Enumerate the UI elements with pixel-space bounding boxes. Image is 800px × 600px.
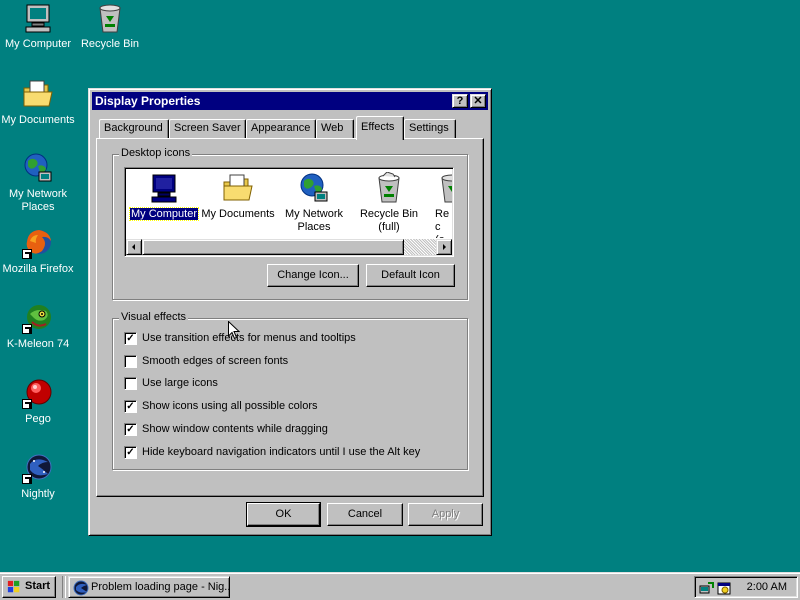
tab-effects[interactable]: Effects <box>356 116 404 140</box>
list-item-my-computer[interactable]: My Computer <box>126 172 202 221</box>
arrow-left-icon <box>132 244 135 250</box>
desktop-icon-my-computer[interactable]: My Computer <box>0 2 76 51</box>
tab-settings[interactable]: Settings <box>404 119 456 139</box>
checkbox-checked[interactable]: ✓ <box>124 423 137 436</box>
scroll-left-button[interactable] <box>126 239 142 255</box>
default-icon-button[interactable]: Default Icon <box>366 264 455 287</box>
apply-button[interactable]: Apply <box>408 503 483 526</box>
pego-icon <box>22 377 54 409</box>
scroll-thumb[interactable] <box>142 239 404 255</box>
desktop-icon-k-meleon[interactable]: K-Meleon 74 <box>0 302 76 351</box>
recycle-bin-icon <box>94 2 126 34</box>
help-button[interactable]: ? <box>452 94 468 108</box>
list-item-recycle-bin-full[interactable]: Recycle Bin (full) <box>351 172 427 234</box>
list-item-label: Recycle Bin (full) <box>359 208 419 233</box>
list-item-my-documents[interactable]: My Documents <box>200 172 276 221</box>
window-title: Display Properties <box>95 94 201 108</box>
tab-appearance[interactable]: Appearance <box>246 119 316 139</box>
network-tray-icon[interactable] <box>699 580 715 596</box>
horizontal-scrollbar[interactable] <box>126 239 452 255</box>
desktop-icon-label: Nightly <box>21 488 55 500</box>
windows-logo-icon <box>7 580 20 593</box>
recycle-bin-full-icon <box>378 172 400 203</box>
desktop-icon-firefox[interactable]: Mozilla Firefox <box>0 227 76 276</box>
list-item-label: Rec (e <box>435 208 450 238</box>
tab-background[interactable]: Background <box>99 119 169 139</box>
arrow-right-icon <box>443 244 446 250</box>
my-computer-icon <box>151 174 177 203</box>
desktop-icon-pego[interactable]: Pego <box>0 377 76 426</box>
recycle-bin-empty-icon <box>441 174 452 203</box>
ok-button[interactable]: OK <box>246 502 321 527</box>
task-button[interactable]: Problem loading page - Nig... <box>68 576 230 598</box>
my-computer-icon <box>22 2 54 34</box>
close-button[interactable]: ✕ <box>470 94 486 108</box>
desktop-icon-nightly[interactable]: Nightly <box>0 452 76 501</box>
list-item-network-places[interactable]: My Network Places <box>276 172 352 234</box>
title-bar[interactable]: Display Properties ? ✕ <box>92 92 488 110</box>
shortcut-arrow-icon <box>22 249 32 259</box>
nightly-icon <box>73 580 89 596</box>
desktop-icon-label: My Documents <box>1 114 75 126</box>
desktop-icon-label: Recycle Bin <box>80 38 140 50</box>
tab-screen-saver[interactable]: Screen Saver <box>169 119 246 139</box>
clock[interactable]: 2:00 AM <box>747 577 787 597</box>
desktop-icon-label: My Network Places <box>8 188 68 213</box>
system-tray: 2:00 AM <box>694 576 798 598</box>
checkbox-checked[interactable]: ✓ <box>124 446 137 459</box>
desktop-icon-label: My Computer <box>4 38 72 50</box>
k-meleon-icon <box>22 302 54 334</box>
scroll-right-button[interactable] <box>436 239 452 255</box>
network-places-icon <box>300 173 328 202</box>
shortcut-arrow-icon <box>22 474 32 484</box>
start-button[interactable]: Start <box>2 576 56 598</box>
list-item-label: My Computer <box>128 207 200 221</box>
visual-effects-group-label: Visual effects <box>119 311 189 323</box>
checkbox-unchecked[interactable] <box>124 377 137 390</box>
checkbox-unchecked[interactable] <box>124 355 137 368</box>
list-item-label: My Network Places <box>284 208 344 233</box>
nightly-icon <box>22 452 54 484</box>
my-documents-icon <box>22 78 54 110</box>
shortcut-arrow-icon <box>22 399 32 409</box>
tab-web[interactable]: Web <box>316 119 354 139</box>
change-icon-button[interactable]: Change Icon... <box>267 264 359 287</box>
desktop-icon-my-documents[interactable]: My Documents <box>0 78 76 127</box>
desktop-icon-label: Pego <box>25 413 51 425</box>
shortcut-arrow-icon <box>22 324 32 334</box>
firefox-icon <box>22 227 54 259</box>
desktop-icons-group-label: Desktop icons <box>119 147 193 159</box>
taskbar: Start Problem loading page - Nig... 2:00… <box>0 572 800 600</box>
desktop-icon-recycle-bin[interactable]: Recycle Bin <box>72 2 148 51</box>
taskbar-separator <box>62 576 66 598</box>
desktop-icon-label: K-Meleon 74 <box>6 338 70 350</box>
desktop-icon-network-places[interactable]: My Network Places <box>0 152 76 214</box>
list-item-label: My Documents <box>201 208 275 220</box>
checkbox-checked[interactable]: ✓ <box>124 400 137 413</box>
my-documents-icon <box>223 174 253 201</box>
network-places-icon <box>22 152 54 184</box>
desktop-icon-label: Mozilla Firefox <box>2 263 74 275</box>
cancel-button[interactable]: Cancel <box>327 503 403 526</box>
mouse-cursor-icon <box>228 321 240 340</box>
list-item-recycle-bin-empty[interactable]: Rec (e <box>428 172 452 238</box>
scheduler-tray-icon[interactable] <box>716 580 732 596</box>
checkbox-checked[interactable]: ✓ <box>124 332 137 345</box>
